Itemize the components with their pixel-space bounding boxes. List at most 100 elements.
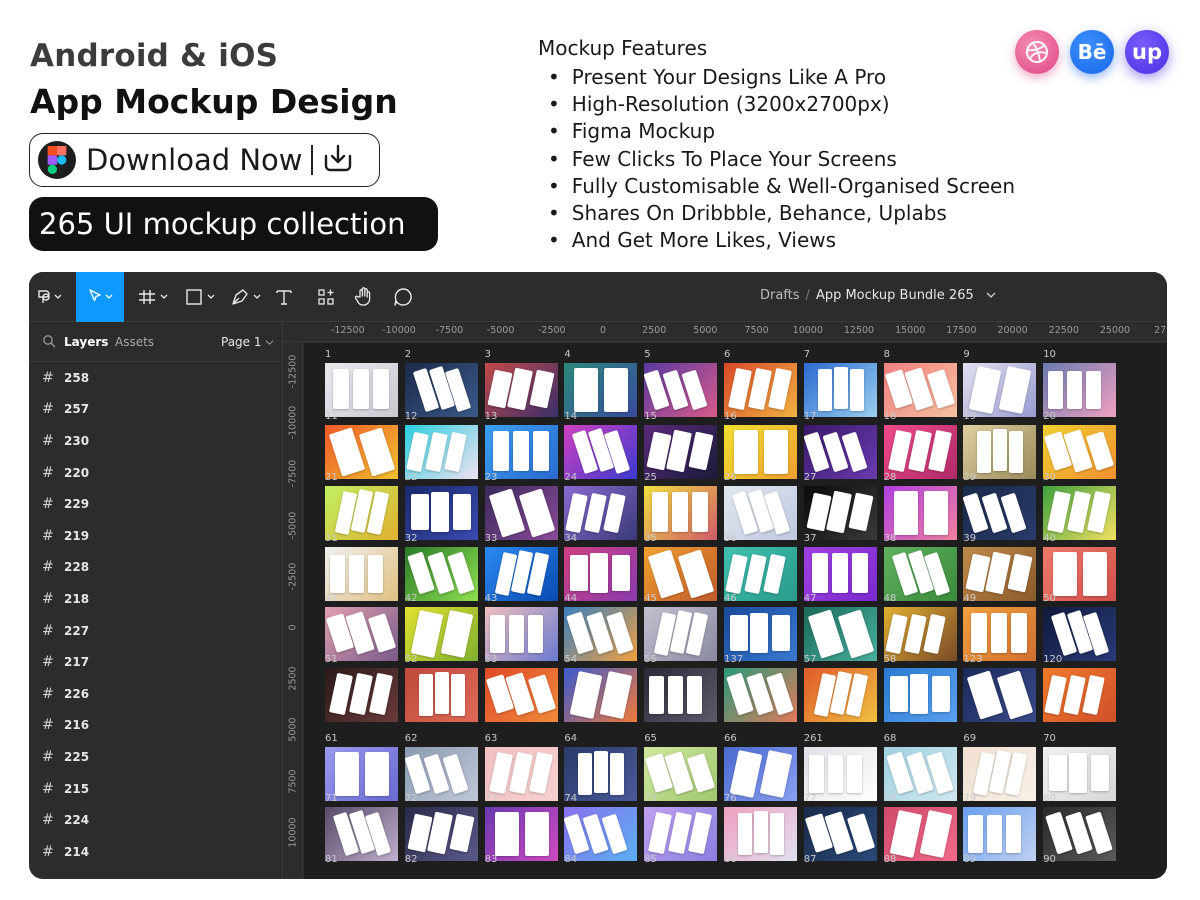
frame-label[interactable]: 85	[644, 854, 657, 865]
frame-label[interactable]: 52	[405, 654, 418, 665]
move-tool-icon[interactable]	[76, 272, 124, 322]
chevron-down-icon[interactable]	[986, 288, 996, 303]
tab-assets[interactable]: Assets	[115, 335, 154, 349]
mockup-frame[interactable]	[963, 807, 1037, 861]
mockup-frame[interactable]	[325, 363, 398, 417]
mockup-frame[interactable]	[724, 807, 797, 861]
frame-label[interactable]: 12	[405, 411, 418, 422]
text-tool-icon[interactable]	[271, 272, 297, 322]
frame-label[interactable]: 5	[644, 349, 650, 360]
frame-label[interactable]: 2	[405, 349, 411, 360]
frame-label[interactable]: 55	[644, 654, 657, 665]
frame-label[interactable]: 23	[485, 472, 498, 483]
mockup-frame[interactable]	[724, 363, 797, 417]
frame-label[interactable]: 86	[724, 854, 737, 865]
frame-label[interactable]: 20	[1043, 411, 1056, 422]
mockup-frame[interactable]	[883, 363, 957, 417]
frame-label[interactable]: 9	[963, 349, 969, 360]
frame-label[interactable]: 8	[884, 349, 890, 360]
mockup-frame[interactable]	[724, 425, 797, 479]
frame-label[interactable]: 21	[325, 472, 338, 483]
dribbble-icon[interactable]	[1015, 30, 1059, 74]
mockup-frame[interactable]	[963, 607, 1037, 661]
mockup-frame[interactable]	[1043, 807, 1117, 861]
frame-label[interactable]: 65	[644, 733, 657, 744]
layer-item[interactable]: #257	[29, 394, 282, 426]
mockup-frame[interactable]	[404, 486, 478, 540]
frame-label[interactable]: 27	[804, 472, 817, 483]
frame-label[interactable]: 25	[644, 472, 657, 483]
frame-label[interactable]: 74	[564, 793, 577, 804]
frame-label[interactable]: 43	[485, 593, 498, 604]
mockup-frame[interactable]	[644, 486, 718, 540]
resources-icon[interactable]	[313, 272, 339, 322]
frame-label[interactable]: 84	[564, 854, 577, 865]
layer-item[interactable]: #224	[29, 804, 282, 836]
shape-tool-icon[interactable]	[180, 272, 222, 322]
mockup-frame[interactable]	[803, 607, 877, 661]
frame-label[interactable]: 1	[325, 349, 331, 360]
frame-label[interactable]: 83	[485, 854, 498, 865]
frame-label[interactable]: 10	[1043, 349, 1056, 360]
mockup-frame[interactable]	[484, 807, 558, 861]
frame-label[interactable]: 75	[644, 793, 657, 804]
frame-label[interactable]: 51	[325, 654, 338, 665]
mockup-frame[interactable]	[803, 807, 877, 861]
layer-item[interactable]: #218	[29, 583, 282, 615]
mockup-frame[interactable]	[484, 486, 558, 540]
mockup-frame[interactable]	[484, 607, 558, 661]
frame-label[interactable]: 28	[884, 472, 897, 483]
mockup-frame[interactable]	[883, 807, 957, 861]
mockup-frame[interactable]	[564, 486, 638, 540]
frame-label[interactable]: 24	[564, 472, 577, 483]
mockup-frame[interactable]	[484, 363, 558, 417]
frame-label[interactable]: 39	[963, 533, 976, 544]
frame-label[interactable]: 45	[644, 593, 657, 604]
comment-icon[interactable]	[390, 272, 416, 322]
frame-label[interactable]: 42	[405, 593, 418, 604]
layer-item[interactable]: #258	[29, 362, 282, 394]
search-icon[interactable]	[42, 334, 56, 351]
frame-tool-icon[interactable]	[133, 272, 175, 322]
mockup-frame[interactable]	[484, 425, 558, 479]
frame-label[interactable]: 76	[724, 793, 737, 804]
mockup-frame[interactable]	[883, 668, 957, 722]
frame-label[interactable]: 64	[564, 733, 577, 744]
frame-label[interactable]: 261	[804, 733, 823, 744]
mockup-frame[interactable]	[1043, 607, 1117, 661]
mockup-frame[interactable]	[325, 425, 398, 479]
file-name[interactable]: App Mockup Bundle 265	[816, 288, 974, 303]
mockup-frame[interactable]	[644, 807, 718, 861]
layer-item[interactable]: #229	[29, 488, 282, 520]
mockup-frame[interactable]	[724, 486, 797, 540]
mockup-frame[interactable]	[724, 607, 797, 661]
frame-label[interactable]: 47	[804, 593, 817, 604]
layer-item[interactable]: #216	[29, 710, 282, 742]
mockup-frame[interactable]	[325, 668, 398, 722]
frame-label[interactable]: 53	[485, 654, 498, 665]
frame-label[interactable]: 61	[325, 733, 338, 744]
frame-label[interactable]: 6	[724, 349, 730, 360]
frame-label[interactable]: 81	[325, 854, 338, 865]
frame-label[interactable]: 73	[485, 793, 498, 804]
frame-label[interactable]: 70	[1043, 733, 1056, 744]
mockup-frame[interactable]	[325, 807, 398, 861]
download-button[interactable]: Download Now	[29, 133, 380, 187]
mockup-frame[interactable]	[644, 363, 718, 417]
frame-label[interactable]: 46	[724, 593, 737, 604]
frame-label[interactable]: 3	[485, 349, 491, 360]
mockup-frame[interactable]	[803, 668, 877, 722]
layer-item[interactable]: #215	[29, 773, 282, 805]
frame-label[interactable]: 15	[644, 411, 657, 422]
mockup-frame[interactable]	[404, 668, 478, 722]
mockup-frame[interactable]	[803, 486, 877, 540]
figma-menu-icon[interactable]	[29, 272, 71, 322]
frame-label[interactable]: 22	[405, 472, 418, 483]
frame-label[interactable]: 80	[1043, 793, 1056, 804]
frame-label[interactable]: 38	[884, 533, 897, 544]
mockup-frame[interactable]	[803, 425, 877, 479]
frame-label[interactable]: 62	[405, 733, 418, 744]
layer-item[interactable]: #219	[29, 520, 282, 552]
frame-label[interactable]: 13	[485, 411, 498, 422]
layer-item[interactable]: #217	[29, 646, 282, 678]
